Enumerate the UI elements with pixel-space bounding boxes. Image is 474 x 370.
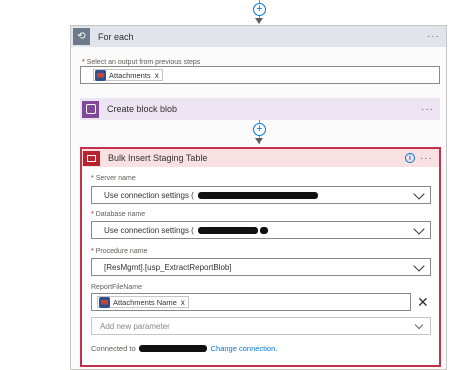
add-step-middle-icon[interactable]: + [253, 123, 266, 136]
attachments-token-label: Attachments [109, 70, 151, 80]
bulk-insert-title: Bulk Insert Staging Table [108, 153, 208, 163]
database-name-select[interactable]: Use connection settings ( [91, 221, 431, 239]
output-label: * Select an output from previous steps [82, 59, 200, 66]
required-mark: * [91, 248, 94, 255]
add-step-top-icon[interactable]: + [253, 3, 266, 16]
procedure-name-select[interactable]: [ResMgmt].[usp_ExtractReportBlob] [91, 258, 431, 276]
required-mark: * [91, 211, 94, 218]
add-parameter-placeholder: Add new parameter [100, 321, 170, 331]
blob-storage-icon [82, 100, 99, 118]
redacted-server [197, 191, 318, 199]
chevron-down-icon [413, 223, 425, 235]
foreach-title: For each [98, 31, 134, 42]
redacted-connection [138, 345, 207, 352]
chevron-down-icon [414, 320, 424, 330]
database-label: * Database name [91, 211, 145, 218]
redacted-database [197, 226, 258, 234]
reportfile-field[interactable]: Attachments Name x [91, 293, 411, 311]
outlook-icon [99, 296, 110, 308]
database-value: Use connection settings ( [104, 225, 194, 235]
required-mark: * [82, 59, 85, 66]
attachments-name-token[interactable]: Attachments Name x [97, 296, 189, 308]
chevron-down-icon [413, 188, 425, 200]
attachments-token[interactable]: Attachments x [93, 69, 163, 81]
info-icon[interactable]: i [405, 153, 415, 163]
server-value: Use connection settings ( [104, 190, 194, 200]
remove-token-icon[interactable]: x [181, 298, 185, 307]
procedure-label: * Procedure name [91, 248, 147, 255]
bulk-more-icon[interactable]: ··· [420, 153, 433, 164]
create-blob-card[interactable]: Create block blob ··· [80, 98, 440, 120]
database-label-text: Database name [95, 211, 146, 218]
attachments-name-token-label: Attachments Name [113, 297, 177, 307]
foreach-header[interactable]: ⟲ For each ··· [71, 26, 446, 47]
procedure-label-text: Procedure name [95, 248, 148, 255]
add-new-parameter-select[interactable]: Add new parameter [91, 317, 431, 335]
middle-arrow-icon [255, 138, 263, 144]
server-label-text: Server name [95, 175, 136, 182]
reportfile-label-text: ReportFileName [91, 284, 142, 291]
connection-info: Connected to Change connection. [91, 344, 277, 353]
output-label-text: Select an output from previous steps [86, 59, 201, 66]
bulk-insert-header[interactable]: Bulk Insert Staging Table i ··· [82, 149, 439, 167]
remove-token-icon[interactable]: x [155, 71, 159, 80]
change-connection-link[interactable]: Change connection. [211, 344, 278, 353]
connected-prefix: Connected to [91, 344, 136, 353]
create-blob-title: Create block blob [107, 104, 178, 114]
create-blob-more-icon[interactable]: ··· [421, 104, 434, 115]
foreach-more-icon[interactable]: ··· [427, 31, 440, 42]
procedure-value: [ResMgmt].[usp_ExtractReportBlob] [104, 262, 232, 272]
server-label: * Server name [91, 175, 136, 182]
outlook-icon [95, 69, 106, 81]
chevron-down-icon [413, 260, 425, 272]
required-mark: * [91, 175, 94, 182]
sql-server-icon [83, 150, 100, 166]
top-arrow-icon [255, 18, 263, 24]
server-name-select[interactable]: Use connection settings ( [91, 186, 431, 204]
output-field[interactable]: Attachments x [80, 66, 440, 84]
remove-parameter-icon[interactable]: ✕ [417, 295, 429, 309]
loop-icon: ⟲ [73, 28, 90, 45]
redacted-database-2 [259, 226, 268, 234]
reportfile-label: ReportFileName [91, 284, 142, 291]
